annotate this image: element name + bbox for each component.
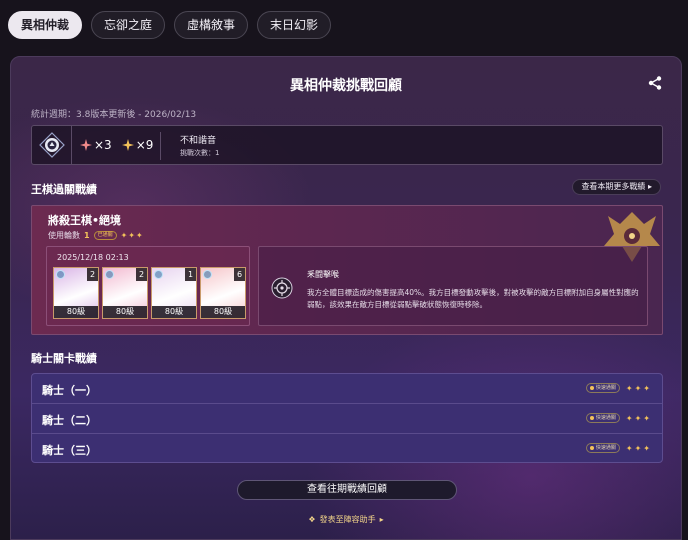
- quick-clear-label: 快速通關: [595, 445, 616, 451]
- view-more-records-label: 查看本期更多戰績: [581, 182, 646, 191]
- post-to-lineup-helper-link[interactable]: ❖ 發表至陣容助手 ▸: [11, 514, 681, 525]
- rounds-value: 1: [84, 231, 90, 240]
- tab-anomaly-arbitration[interactable]: 異相仲裁: [8, 11, 83, 39]
- challenge-count: 挑戰次數：1: [180, 149, 220, 157]
- knight-result: 快速通關 ✦✦✦: [585, 443, 652, 453]
- buff-box: 釆闘擊喉 我方全體目標造成的傷害提高40%。我方目標發動攻擊後，對被攻擊的敵方目…: [258, 246, 648, 326]
- rounds-label: 使用輪數: [48, 231, 80, 240]
- lineup-helper-icon: ❖: [308, 515, 316, 524]
- character-card[interactable]: 1 80級: [151, 267, 197, 319]
- element-icon: [154, 270, 163, 279]
- tab-pure-fiction[interactable]: 虛構敘事: [174, 11, 249, 39]
- tab-forgotten-hall[interactable]: 忘卻之庭: [91, 11, 166, 39]
- buff-name: 釆闘擊喉: [307, 270, 339, 279]
- knight-list: 騎士（一） 快速通關 ✦✦✦ 騎士（二） 快速通關 ✦✦✦ 騎士（三） 快速通關…: [31, 373, 663, 463]
- character-level: 80級: [152, 306, 196, 318]
- eidolon-level: 1: [185, 268, 196, 281]
- clear-date: 2025/12/18 02:13: [57, 253, 129, 262]
- character-level: 80級: [54, 306, 98, 318]
- red-star-icon: [80, 139, 92, 151]
- quick-clear-label: 快速通關: [595, 415, 616, 421]
- knight-stars: ✦✦✦: [625, 413, 652, 423]
- character-level: 80級: [103, 306, 147, 318]
- view-more-records-link[interactable]: 查看本期更多戰績 ▸: [572, 179, 661, 195]
- boss-stars: ✦✦✦: [120, 231, 144, 240]
- knight-row[interactable]: 騎士（二） 快速通關 ✦✦✦: [32, 404, 662, 434]
- quick-clear-badge: 快速通關: [585, 383, 620, 393]
- summary-star-counts: ×3 ×9: [80, 138, 153, 152]
- character-card[interactable]: 6 80級: [200, 267, 246, 319]
- share-icon[interactable]: [647, 75, 663, 91]
- knight-stars: ✦✦✦: [625, 383, 652, 393]
- clock-icon: [589, 416, 594, 420]
- knight-name: 騎士（一）: [42, 384, 97, 397]
- gold-star-count-value: ×9: [135, 138, 154, 152]
- stat-period: 統計週期：3.8版本更新後 - 2026/02/13: [31, 110, 197, 120]
- character-level: 80級: [201, 306, 245, 318]
- element-icon: [105, 270, 114, 279]
- knight-row[interactable]: 騎士（一） 快速通關 ✦✦✦: [32, 374, 662, 404]
- eidolon-level: 2: [136, 268, 147, 281]
- chess-section-title: 王棋過關戰績: [31, 183, 97, 196]
- knight-stars: ✦✦✦: [625, 443, 652, 453]
- summary-bar: ×3 ×9 不和諧音 挑戰次數：1: [31, 125, 663, 165]
- team-lineup-box: 2025/12/18 02:13 2 80級 2 80級 1 80級 6 80級: [46, 246, 250, 326]
- top-tab-bar: 異相仲裁 忘卻之庭 虛構敘事 末日幻影: [8, 11, 332, 39]
- quick-clear-badge: 快速通關: [585, 413, 620, 423]
- panel-title: 異相仲裁挑戰回顧: [290, 78, 402, 94]
- triangle-right-icon: ▸: [379, 515, 384, 524]
- knight-result: 快速通關 ✦✦✦: [585, 383, 652, 393]
- eidolon-level: 2: [87, 268, 98, 281]
- knight-name: 騎士（三）: [42, 444, 97, 457]
- view-history-button[interactable]: 查看往期戰績回顧: [237, 480, 457, 500]
- buff-description: 我方全體目標造成的傷害提高40%。我方目標發動攻擊後，對被攻擊的敵方目標附加自身…: [307, 288, 639, 309]
- cleared-badge: 已通關: [93, 231, 117, 240]
- red-star-count-value: ×3: [94, 138, 112, 152]
- eidolon-level: 6: [234, 268, 245, 281]
- knight-section-title: 騎士關卡戰績: [31, 352, 97, 365]
- clock-icon: [589, 386, 594, 390]
- knight-name: 騎士（二）: [42, 414, 97, 427]
- element-icon: [203, 270, 212, 279]
- character-card[interactable]: 2 80級: [53, 267, 99, 319]
- chevron-right-icon: ▸: [647, 182, 652, 191]
- quick-clear-badge: 快速通關: [585, 443, 620, 453]
- boss-name: 將殺王棋•絕境: [48, 214, 122, 227]
- knight-result: 快速通關 ✦✦✦: [585, 413, 652, 423]
- gold-star-count: ×9: [121, 138, 154, 152]
- challenge-review-panel: 異相仲裁挑戰回顧 統計週期：3.8版本更新後 - 2026/02/13 ×3 ×: [10, 56, 682, 540]
- element-icon: [56, 270, 65, 279]
- character-card[interactable]: 2 80級: [102, 267, 148, 319]
- red-star-count: ×3: [80, 138, 112, 152]
- knight-row[interactable]: 騎士（三） 快速通關 ✦✦✦: [32, 434, 662, 462]
- gold-star-icon: [121, 139, 134, 151]
- character-lineup: 2 80級 2 80級 1 80級 6 80級: [53, 267, 246, 319]
- stage-name: 不和諧音: [180, 136, 217, 146]
- crosshair-buff-icon: [271, 277, 293, 299]
- rounds-used: 使用輪數 1 已通關 ✦✦✦: [48, 230, 144, 241]
- chess-record-card: 將殺王棋•絕境 使用輪數 1 已通關 ✦✦✦ 2025/12/18 02:13 …: [31, 205, 663, 335]
- post-link-label: 發表至陣容助手: [319, 515, 376, 524]
- tab-apocalyptic-shadow[interactable]: 末日幻影: [257, 11, 332, 39]
- summary-divider: [160, 132, 161, 160]
- quick-clear-label: 快速通關: [595, 385, 616, 391]
- clock-icon: [589, 446, 594, 450]
- difficulty-emblem-icon: [32, 126, 72, 164]
